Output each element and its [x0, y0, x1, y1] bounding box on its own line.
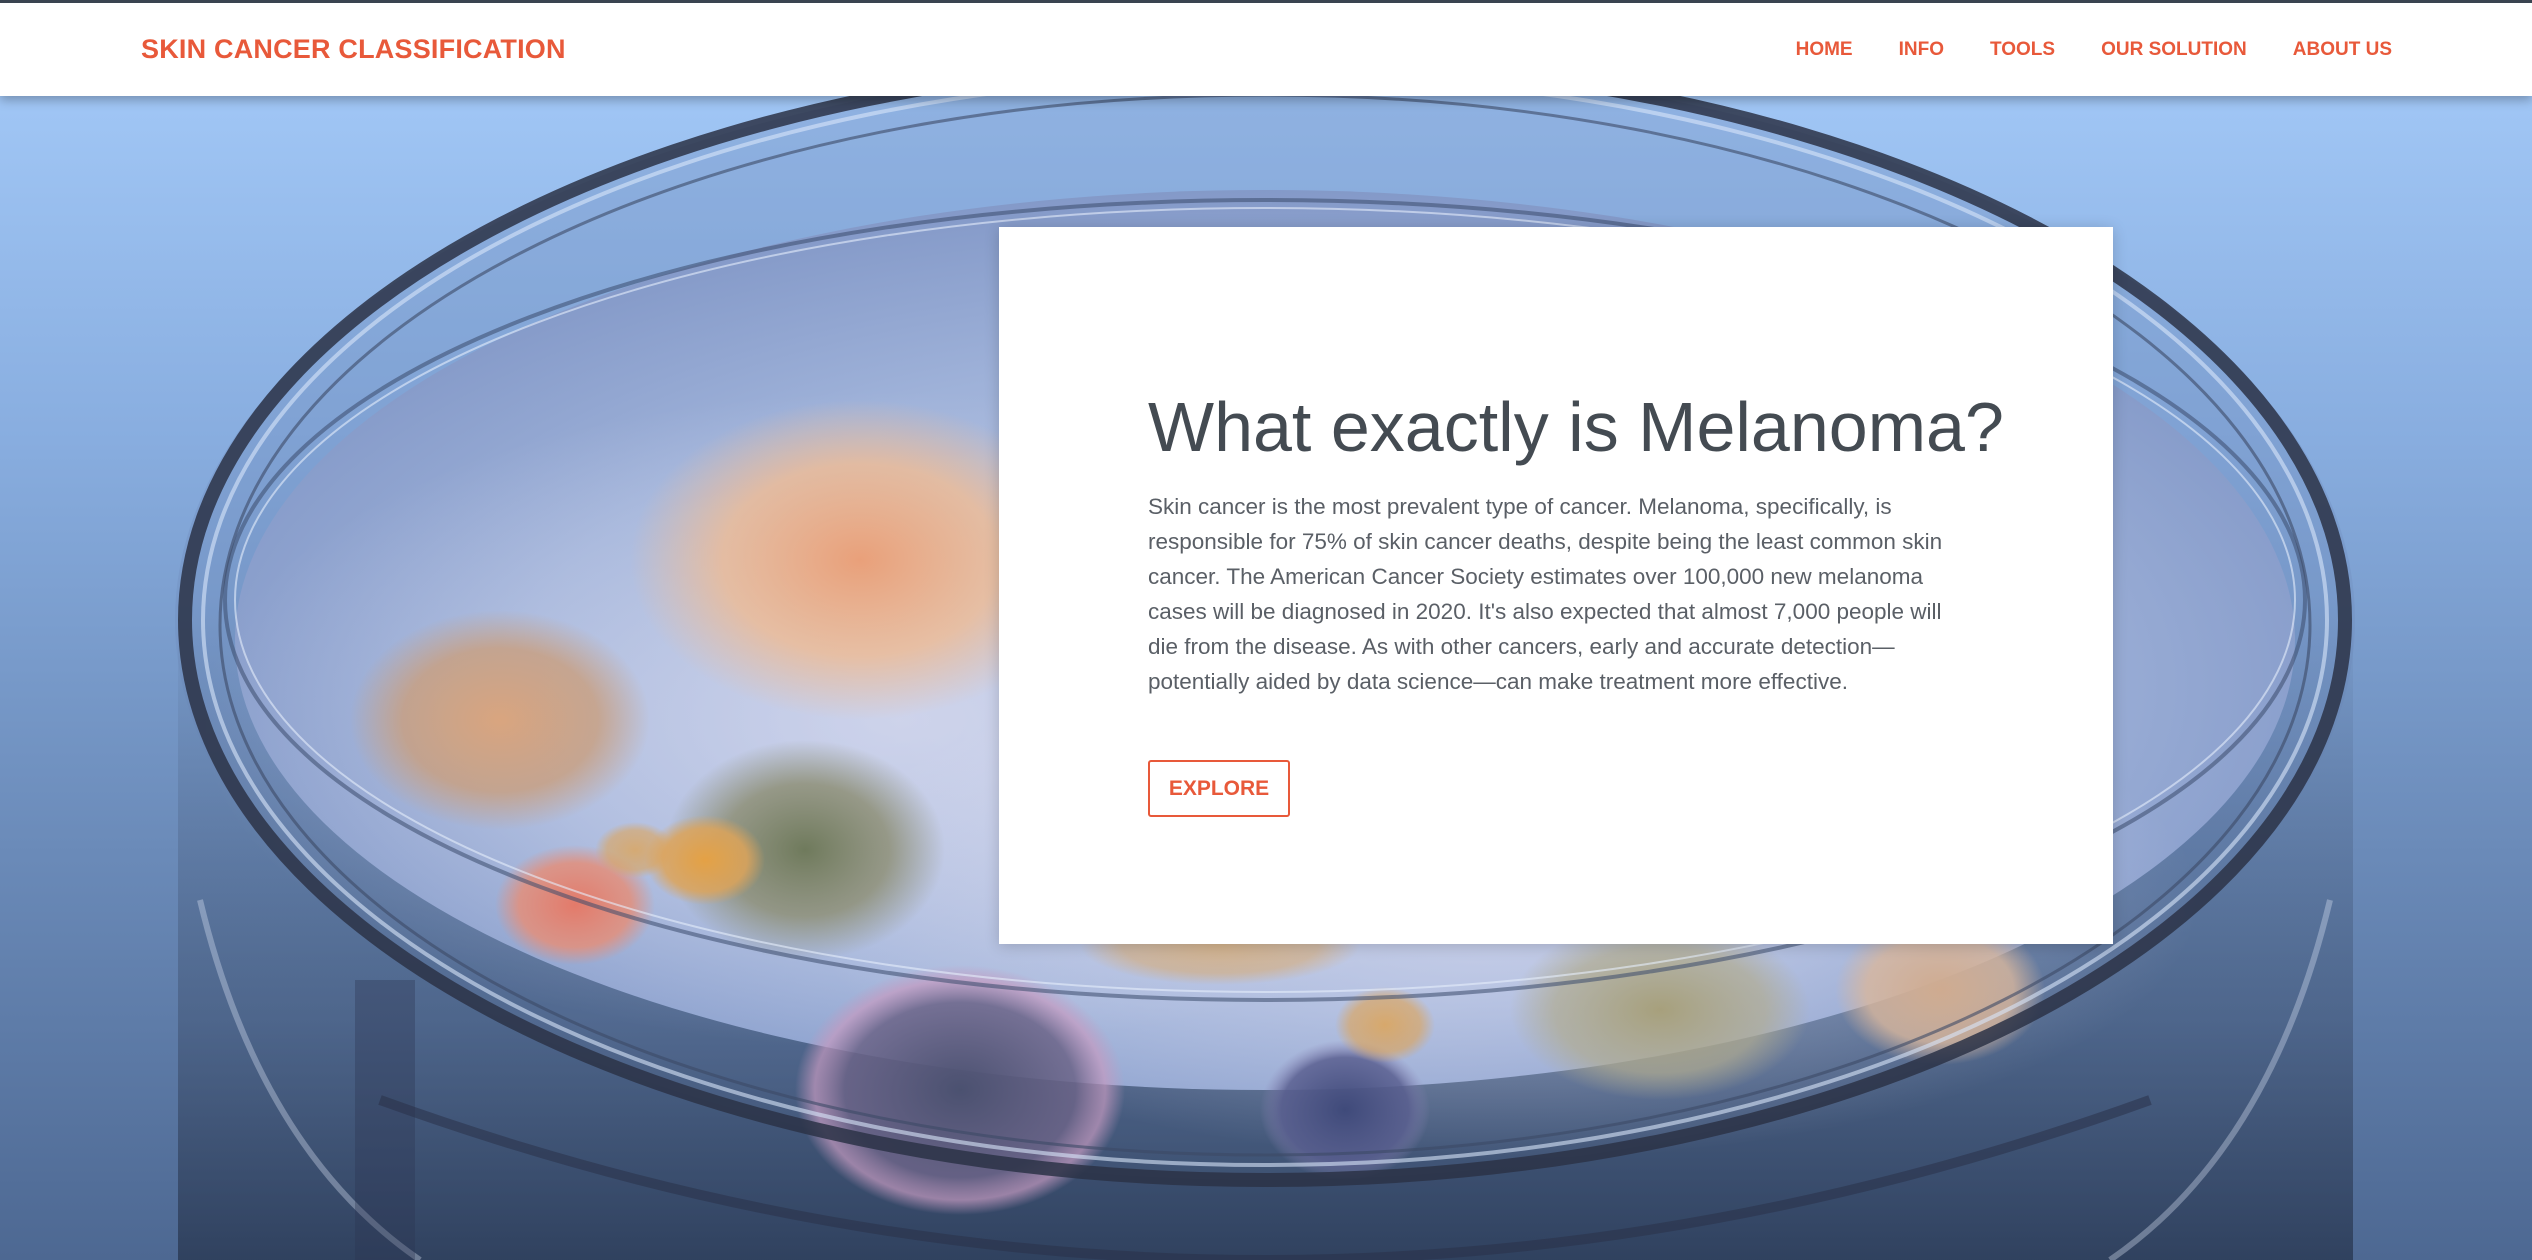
explore-button[interactable]: EXPLORE — [1148, 760, 1290, 817]
card-title: What exactly is Melanoma? — [1148, 388, 2004, 466]
brand-logo[interactable]: SKIN CANCER CLASSIFICATION — [141, 34, 566, 65]
nav-link-our-solution[interactable]: OUR SOLUTION — [2101, 39, 2247, 61]
nav-link-home[interactable]: HOME — [1796, 39, 1853, 61]
card-body: Skin cancer is the most prevalent type o… — [1148, 494, 1943, 694]
info-card: What exactly is Melanoma? Skin cancer is… — [999, 227, 2113, 944]
nav-link-info[interactable]: INFO — [1899, 39, 1944, 61]
nav-links: HOME INFO TOOLS OUR SOLUTION ABOUT US — [1750, 39, 2392, 61]
navbar: SKIN CANCER CLASSIFICATION HOME INFO TOO… — [0, 3, 2532, 96]
top-border — [0, 0, 2532, 3]
nav-link-about-us[interactable]: ABOUT US — [2293, 39, 2392, 61]
nav-link-tools[interactable]: TOOLS — [1990, 39, 2055, 61]
